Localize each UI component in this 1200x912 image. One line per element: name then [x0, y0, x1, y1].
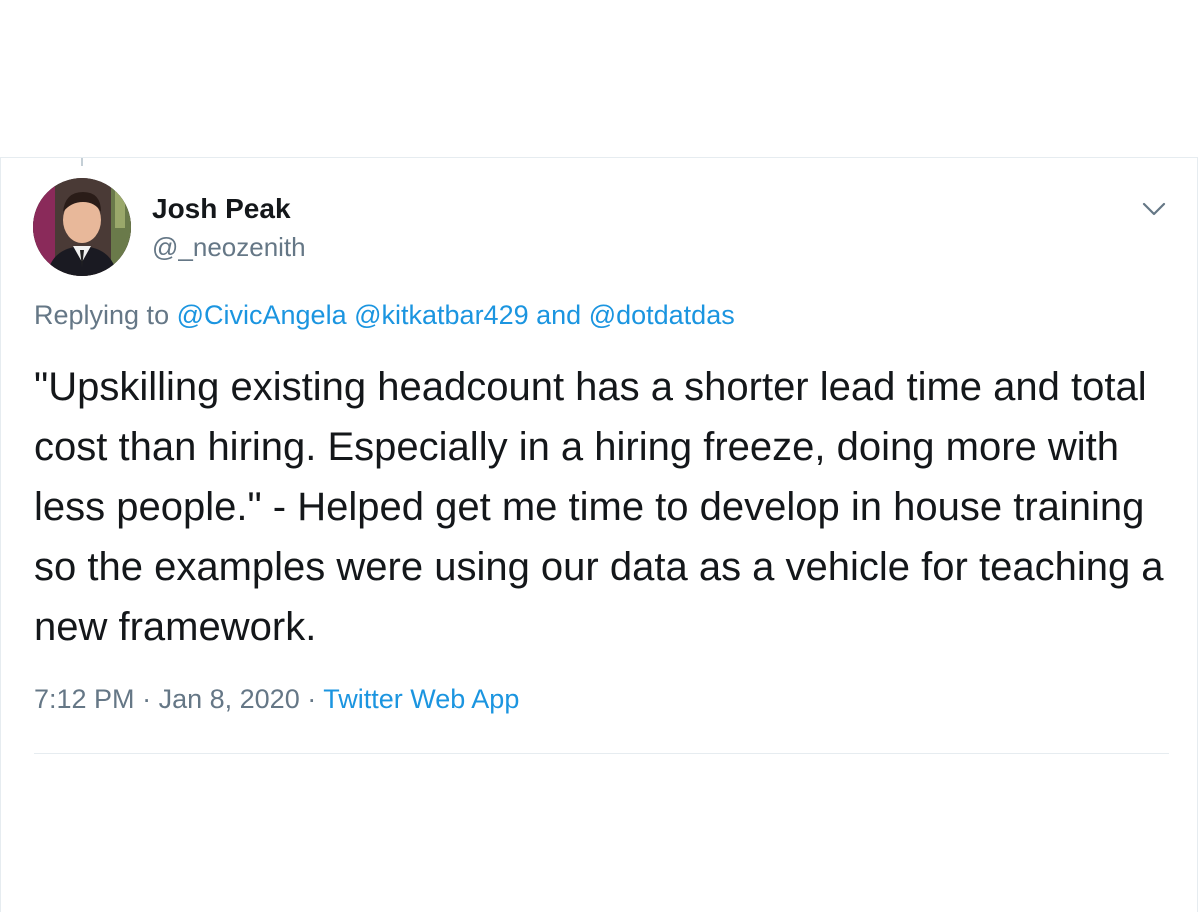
- avatar[interactable]: [33, 178, 131, 276]
- thread-connector: [81, 158, 83, 166]
- divider: [34, 753, 1169, 754]
- replying-to: Replying to @CivicAngela @kitkatbar429 a…: [34, 300, 735, 331]
- mention-conjunction: and: [536, 300, 582, 330]
- mention-link[interactable]: @CivicAngela: [177, 300, 347, 330]
- mention-link[interactable]: @kitkatbar429: [354, 300, 529, 330]
- chevron-down-icon[interactable]: [1137, 192, 1171, 226]
- tweet-source-link[interactable]: Twitter Web App: [323, 684, 519, 714]
- author-handle[interactable]: @_neozenith: [152, 232, 306, 263]
- tweet-text: "Upskilling existing headcount has a sho…: [34, 365, 1164, 649]
- tweet-time[interactable]: 7:12 PM: [34, 684, 135, 714]
- meta-separator: ·: [307, 684, 317, 714]
- replying-to-label: Replying to: [34, 300, 170, 330]
- tweet-date[interactable]: Jan 8, 2020: [159, 684, 300, 714]
- author-name[interactable]: Josh Peak: [152, 193, 291, 225]
- tweet-meta: 7:12 PM · Jan 8, 2020 · Twitter Web App: [34, 684, 519, 715]
- meta-separator: ·: [142, 684, 152, 714]
- tweet-card: Josh Peak @_neozenith Replying to @Civic…: [0, 157, 1198, 912]
- mention-link[interactable]: @dotdatdas: [589, 300, 735, 330]
- avatar-photo-icon: [33, 178, 131, 276]
